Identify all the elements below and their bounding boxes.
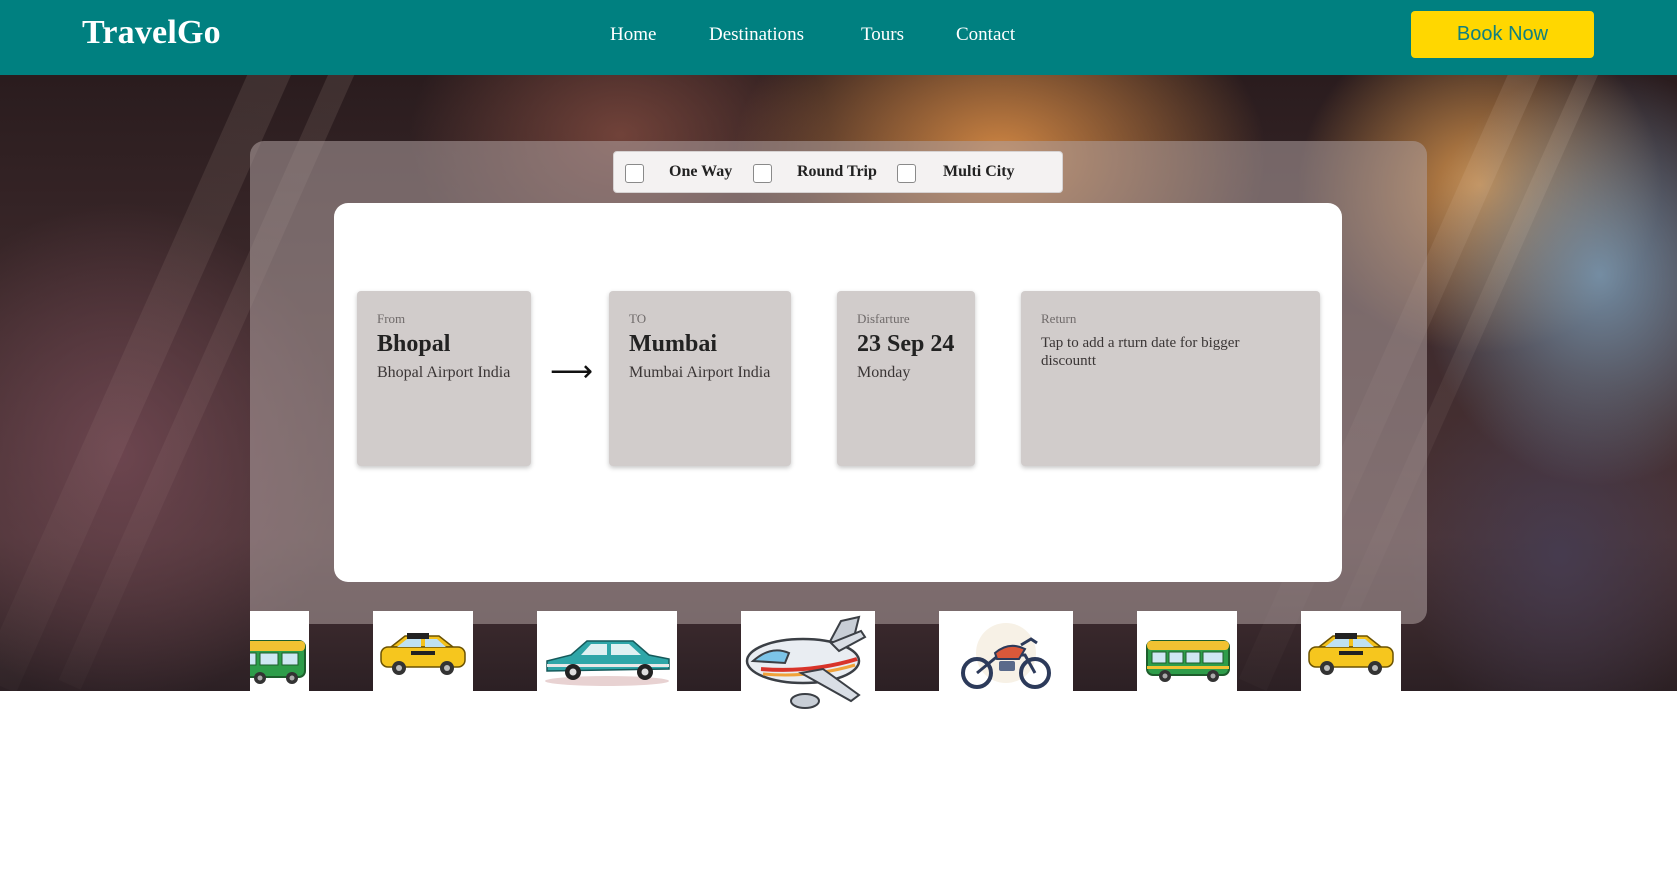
to-city: Mumbai [629,331,718,357]
nav-link-destinations[interactable]: Destinations [709,24,804,46]
return-caption: Return [1041,311,1077,326]
nav-link-tours[interactable]: Tours [861,24,904,46]
departure-date: 23 Sep 24 [857,331,955,357]
vintage-car-icon[interactable] [537,611,677,709]
return-field[interactable]: Return Tap to add a rturn date for bigge… [1021,291,1320,466]
top-navbar: TravelGo Home Destinations Tours Contact… [0,0,1677,75]
trip-option-one-way[interactable] [625,152,644,194]
taxi-icon[interactable] [373,611,473,709]
taxi-icon[interactable] [1301,611,1401,709]
trip-label-round-trip[interactable]: Round Trip [797,163,877,181]
to-caption: TO [629,311,647,326]
to-field[interactable]: TO Mumbai Mumbai Airport India [609,291,791,466]
motorcycle-icon[interactable] [939,611,1073,709]
departure-day: Monday [857,364,911,381]
book-now-button[interactable]: Book Now [1411,11,1594,58]
trip-option-multi-city[interactable] [897,152,916,194]
checkbox-multi-city[interactable] [897,163,916,183]
from-field[interactable]: From Bhopal Bhopal Airport India [357,291,531,466]
arrow-right-icon[interactable]: ⟶ [550,352,593,392]
checkbox-round-trip[interactable] [753,163,772,183]
brand-logo[interactable]: TravelGo [82,14,221,52]
trip-label-multi-city[interactable]: Multi City [943,163,1015,181]
trip-type-selector: One Way Round Trip Multi City [613,151,1063,193]
from-caption: From [377,311,406,326]
nav-link-contact[interactable]: Contact [956,24,1015,46]
return-hint: Tap to add a rturn date for bigger disco… [1041,335,1240,369]
departure-field[interactable]: Disfarture 23 Sep 24 Monday [837,291,975,466]
from-airport: Bhopal Airport India [377,364,511,381]
checkbox-one-way[interactable] [625,163,644,183]
airplane-icon[interactable] [741,611,875,712]
bus-icon[interactable] [250,611,309,709]
trip-label-one-way[interactable]: One Way [669,163,732,181]
bus-icon[interactable] [1137,611,1237,709]
departure-caption: Disfarture [857,311,910,326]
nav-link-home[interactable]: Home [610,24,656,46]
from-city: Bhopal [377,331,451,357]
trip-option-round-trip[interactable] [753,152,772,194]
to-airport: Mumbai Airport India [629,364,771,381]
